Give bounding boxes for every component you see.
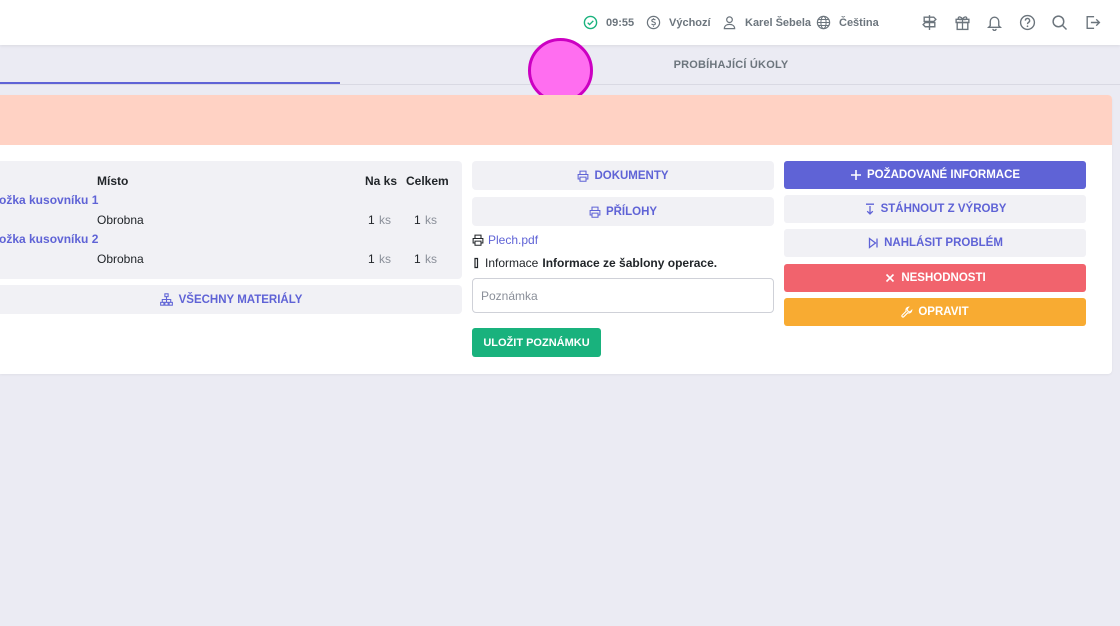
attachment-file-link[interactable]: Plech.pdf [472, 233, 538, 247]
printer-icon [589, 206, 601, 218]
wrench-icon [901, 306, 913, 318]
price-list-label: Výchozí [669, 16, 711, 29]
operation-card: Místo Na ks Celkem ožka kusovníku 1 Obro… [0, 95, 1112, 374]
material-total: 1 [414, 213, 421, 227]
material-total-unit: ks [425, 213, 437, 227]
nonconformities-label: NESHODNOSTI [901, 272, 986, 284]
material-total: 1 [414, 252, 421, 266]
col-header-place: Místo [97, 174, 129, 188]
language-label: Čeština [839, 16, 879, 29]
requested-info-button[interactable]: POŽADOVANÉ INFORMACE [784, 161, 1086, 189]
attachment-file-name: Plech.pdf [488, 233, 539, 247]
user-icon [723, 16, 736, 30]
logout-icon[interactable] [1083, 13, 1102, 32]
clock-time: 09:55 [606, 16, 635, 29]
info-icon [474, 257, 479, 269]
repair-button[interactable]: OPRAVIT [784, 298, 1086, 326]
attachments-button[interactable]: PŘÍLOHY [472, 197, 774, 226]
report-problem-label: NAHLÁSIT PROBLÉM [884, 237, 1003, 249]
help-icon[interactable] [1018, 13, 1037, 32]
price-list-selector[interactable]: Výchozí [646, 0, 711, 45]
save-note-button[interactable]: ULOŽIT POZNÁMKU [472, 328, 601, 357]
download-from-production-label: STÁHNOUT Z VÝROBY [880, 203, 1007, 215]
all-materials-button[interactable]: VŠECHNY MATERIÁLY [0, 285, 462, 314]
check-circle-icon [583, 15, 598, 30]
repair-label: OPRAVIT [918, 306, 969, 318]
tab-active[interactable] [0, 45, 340, 82]
close-icon [886, 273, 895, 283]
info-text: Informace ze šablony operace. [542, 256, 718, 270]
card-header-band [0, 95, 1112, 145]
gift-icon[interactable] [953, 13, 972, 32]
globe-icon [816, 15, 831, 30]
all-materials-label: VŠECHNY MATERIÁLY [178, 293, 303, 306]
material-place: Obrobna [97, 252, 144, 266]
material-item-link[interactable]: ožka kusovníku 1 [0, 193, 98, 207]
operation-info: Informace Informace ze šablony operace. [472, 256, 717, 270]
clock-status: 09:55 [583, 0, 634, 45]
user-name: Karel Šebela [745, 16, 812, 29]
attachments-label: PŘÍLOHY [605, 205, 658, 218]
nonconformities-button[interactable]: NESHODNOSTI [784, 264, 1086, 292]
col-header-per-piece: Na ks [365, 174, 398, 188]
tab-running-tasks[interactable]: PROBÍHAJÍCÍ ÚKOLY [578, 45, 884, 85]
material-per-piece: 1 [368, 213, 375, 227]
printer-icon [472, 234, 484, 246]
material-item-link[interactable]: ožka kusovníku 2 [0, 232, 98, 246]
printer-icon [578, 170, 589, 182]
material-per-piece: 1 [368, 252, 375, 266]
material-total-unit: ks [425, 252, 437, 266]
search-icon[interactable] [1050, 13, 1069, 32]
report-problem-button[interactable]: NAHLÁSIT PROBLÉM [784, 229, 1086, 257]
documents-label: DOKUMENTY [594, 169, 669, 182]
info-label: Informace [485, 256, 539, 270]
materials-table: Místo Na ks Celkem ožka kusovníku 1 Obro… [0, 161, 462, 279]
language-selector[interactable]: Čeština [816, 0, 879, 45]
play-skip-icon [868, 237, 878, 249]
material-per-piece-unit: ks [379, 252, 391, 266]
note-input[interactable] [472, 278, 774, 313]
col-header-total: Celkem [406, 174, 449, 188]
cursor-indicator [528, 38, 593, 103]
material-per-piece-unit: ks [379, 213, 391, 227]
dollar-icon [646, 15, 661, 30]
arrow-down-to-line-icon [865, 203, 874, 215]
material-place: Obrobna [97, 213, 144, 227]
signpost-icon[interactable] [920, 13, 939, 32]
tab-active-indicator [0, 82, 340, 84]
bell-icon[interactable] [985, 13, 1004, 32]
user-menu[interactable]: Karel Šebela [722, 0, 811, 45]
sitemap-icon [159, 293, 173, 306]
download-from-production-button[interactable]: STÁHNOUT Z VÝROBY [784, 195, 1086, 223]
requested-info-label: POŽADOVANÉ INFORMACE [866, 169, 1021, 181]
documents-button[interactable]: DOKUMENTY [472, 161, 774, 190]
plus-icon [850, 170, 861, 180]
